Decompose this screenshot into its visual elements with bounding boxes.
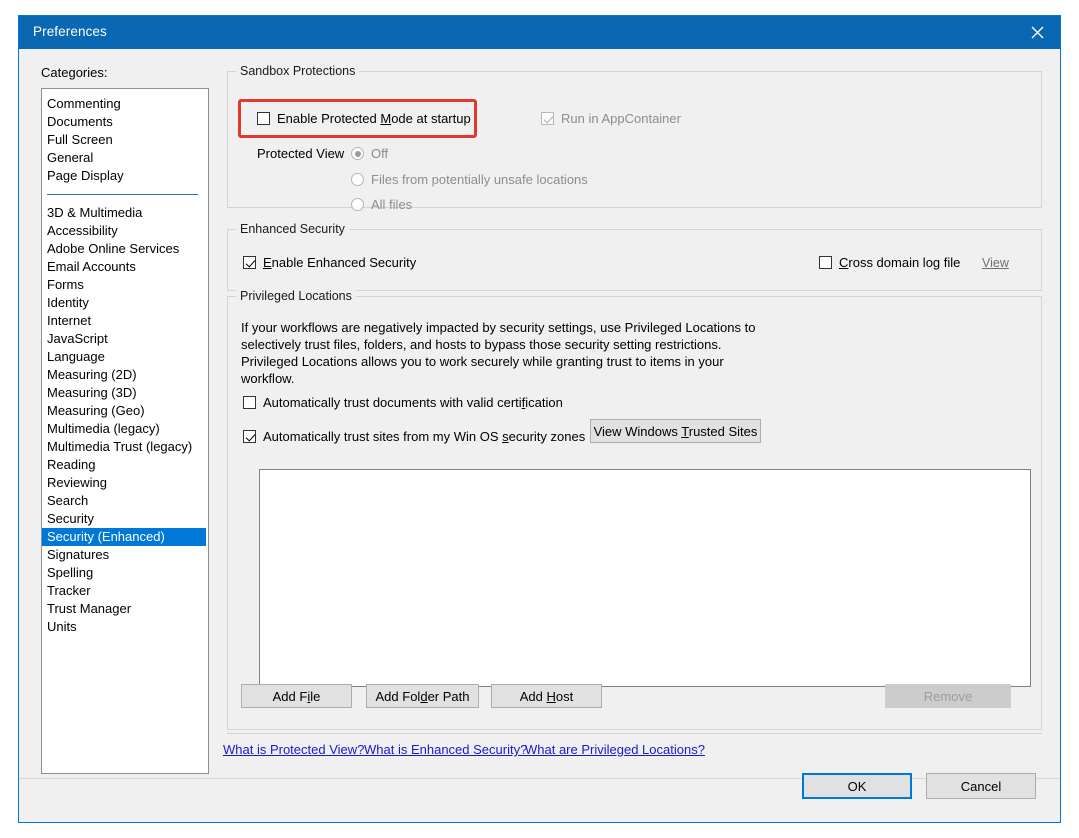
sidebar-item-general[interactable]: General <box>42 149 208 167</box>
sidebar-item-forms[interactable]: Forms <box>42 276 208 294</box>
trust-documents-checkbox[interactable] <box>243 396 256 409</box>
what-are-privileged-locations-link[interactable]: What are Privileged Locations? <box>525 742 705 757</box>
add-host-button[interactable]: Add Host <box>491 684 602 708</box>
enable-enhanced-security-row[interactable]: Enable Enhanced Security <box>243 255 416 270</box>
view-windows-trusted-sites-button[interactable]: View Windows Trusted Sites <box>590 419 761 443</box>
sidebar-item-email-accounts[interactable]: Email Accounts <box>42 258 208 276</box>
sidebar-item-reviewing[interactable]: Reviewing <box>42 474 208 492</box>
sidebar-item-multimedia-trust-legacy[interactable]: Multimedia Trust (legacy) <box>42 438 208 456</box>
sidebar-item-full-screen[interactable]: Full Screen <box>42 131 208 149</box>
privileged-locations-listbox[interactable] <box>259 469 1031 687</box>
sidebar-item-search[interactable]: Search <box>42 492 208 510</box>
sidebar-item-commenting[interactable]: Commenting <box>42 95 208 113</box>
footer-separator <box>227 733 1042 734</box>
protected-view-all-files-label: All files <box>371 197 413 212</box>
sidebar-item-accessibility[interactable]: Accessibility <box>42 222 208 240</box>
trust-documents-row[interactable]: Automatically trust documents with valid… <box>243 395 563 410</box>
sidebar-item-tracker[interactable]: Tracker <box>42 582 208 600</box>
ok-label: OK <box>847 778 867 794</box>
cancel-button[interactable]: Cancel <box>926 773 1036 799</box>
protected-view-off-radio <box>351 147 364 160</box>
trust-documents-label: Automatically trust documents with valid… <box>263 395 563 410</box>
protected-view-unsafe-radio <box>351 173 364 186</box>
add-file-button[interactable]: Add File <box>241 684 352 708</box>
sidebar-item-identity[interactable]: Identity <box>42 294 208 312</box>
sidebar-item-units[interactable]: Units <box>42 618 208 636</box>
sidebar-item-spelling[interactable]: Spelling <box>42 564 208 582</box>
preferences-dialog: Preferences Categories: Commenting Docum… <box>18 15 1061 823</box>
protected-view-all-files-row: All files <box>351 197 412 212</box>
sandbox-protections-group: Sandbox Protections <box>227 64 1042 208</box>
protected-view-off-label: Off <box>371 146 389 161</box>
privileged-locations-description: If your workflows are negatively impacte… <box>241 320 756 386</box>
close-button[interactable] <box>1014 16 1060 49</box>
trust-sites-label: Automatically trust sites from my Win OS… <box>263 429 586 444</box>
title-bar: Preferences <box>19 16 1060 49</box>
sidebar-item-reading[interactable]: Reading <box>42 456 208 474</box>
window-title: Preferences <box>33 24 107 39</box>
run-in-appcontainer-checkbox <box>541 112 554 125</box>
run-in-appcontainer-row: Run in AppContainer <box>541 111 681 126</box>
sidebar-item-page-display[interactable]: Page Display <box>42 167 208 185</box>
what-is-enhanced-security-link[interactable]: What is Enhanced Security? <box>364 742 527 757</box>
screen: Preferences Categories: Commenting Docum… <box>0 0 1079 838</box>
sidebar-item-measuring-2d[interactable]: Measuring (2D) <box>42 366 208 384</box>
view-log-link[interactable]: View <box>982 256 1009 270</box>
sidebar-item-measuring-3d[interactable]: Measuring (3D) <box>42 384 208 402</box>
protected-view-off-row: Off <box>351 146 388 161</box>
cross-domain-log-file-checkbox[interactable] <box>819 256 832 269</box>
sidebar-item-signatures[interactable]: Signatures <box>42 546 208 564</box>
sidebar-item-javascript[interactable]: JavaScript <box>42 330 208 348</box>
cross-domain-log-file-label: Cross domain log file <box>839 255 961 270</box>
protected-view-unsafe-label: Files from potentially unsafe locations <box>371 172 588 187</box>
view-windows-trusted-sites-label: View Windows Trusted Sites <box>593 423 758 439</box>
privileged-locations-title: Privileged Locations <box>236 289 356 303</box>
add-folder-path-label: Add Folder Path <box>375 688 470 704</box>
ok-button[interactable]: OK <box>802 773 912 799</box>
enhanced-security-title: Enhanced Security <box>236 222 349 236</box>
remove-label: Remove <box>923 688 973 704</box>
what-is-protected-view-link[interactable]: What is Protected View? <box>223 742 364 757</box>
sidebar-item-security[interactable]: Security <box>42 510 208 528</box>
trust-sites-row[interactable]: Automatically trust sites from my Win OS… <box>243 429 585 444</box>
add-host-label: Add Host <box>519 688 574 704</box>
sidebar-item-adobe-online-services[interactable]: Adobe Online Services <box>42 240 208 258</box>
enable-enhanced-security-checkbox[interactable] <box>243 256 256 269</box>
sidebar-separator <box>47 194 198 195</box>
trust-sites-checkbox[interactable] <box>243 430 256 443</box>
run-in-appcontainer-label: Run in AppContainer <box>561 111 681 126</box>
protected-view-unsafe-row: Files from potentially unsafe locations <box>351 172 588 187</box>
sidebar-item-3d-multimedia[interactable]: 3D & Multimedia <box>42 204 208 222</box>
remove-button: Remove <box>885 684 1011 708</box>
add-file-label: Add File <box>272 688 321 704</box>
cancel-label: Cancel <box>960 778 1002 794</box>
sidebar-item-measuring-geo[interactable]: Measuring (Geo) <box>42 402 208 420</box>
sidebar-item-multimedia-legacy[interactable]: Multimedia (legacy) <box>42 420 208 438</box>
sandbox-protections-title: Sandbox Protections <box>236 64 360 78</box>
cross-domain-log-file-row[interactable]: Cross domain log file <box>819 255 960 270</box>
sidebar-item-trust-manager[interactable]: Trust Manager <box>42 600 208 618</box>
enable-protected-mode-checkbox[interactable] <box>257 112 270 125</box>
add-folder-path-button[interactable]: Add Folder Path <box>366 684 479 708</box>
sidebar-item-internet[interactable]: Internet <box>42 312 208 330</box>
sidebar-item-documents[interactable]: Documents <box>42 113 208 131</box>
enable-protected-mode-row[interactable]: Enable Protected Mode at startup <box>257 111 471 126</box>
categories-list[interactable]: Commenting Documents Full Screen General… <box>41 88 209 774</box>
categories-label: Categories: <box>41 65 108 80</box>
protected-view-label: Protected View <box>257 146 345 161</box>
sidebar-item-security-enhanced[interactable]: Security (Enhanced) <box>42 528 206 546</box>
enable-enhanced-security-label: Enable Enhanced Security <box>263 255 417 270</box>
protected-view-all-files-radio <box>351 198 364 211</box>
close-icon <box>1031 26 1044 39</box>
enable-protected-mode-label: Enable Protected Mode at startup <box>277 111 471 126</box>
sidebar-item-language[interactable]: Language <box>42 348 208 366</box>
